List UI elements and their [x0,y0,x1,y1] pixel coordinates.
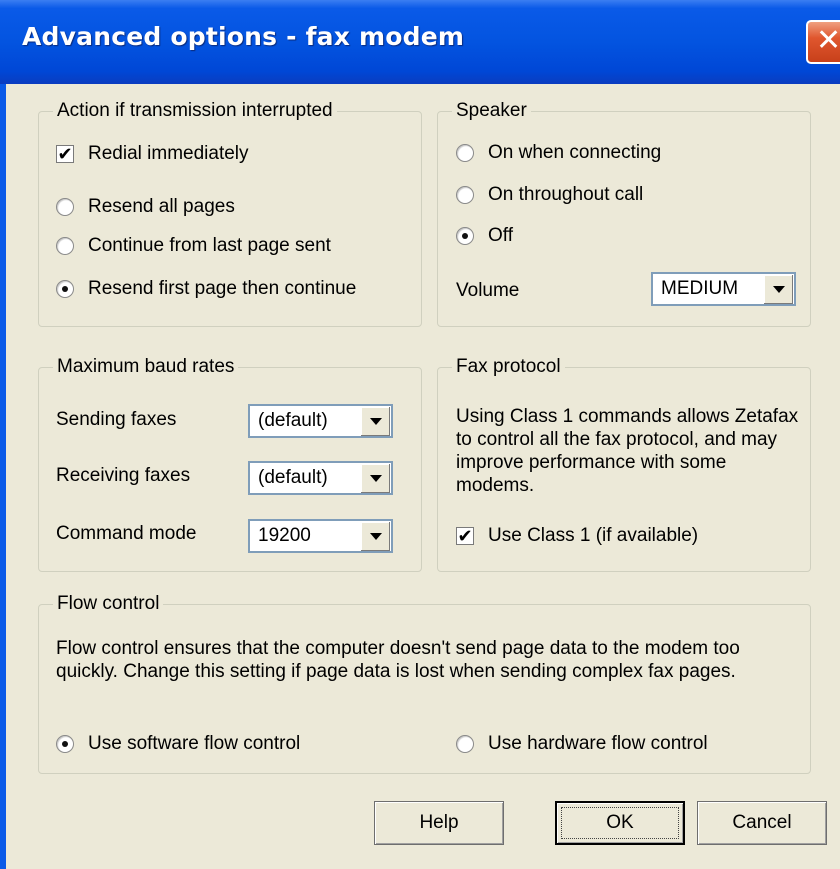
radio-resend-first[interactable]: Resend first page then continue [56,278,356,300]
radio-icon [456,735,474,753]
redial-label: Redial immediately [88,143,249,164]
group-transmission-label: Action if transmission interrupted [53,99,337,123]
chevron-down-icon[interactable] [360,521,390,551]
receiving-value: (default) [258,467,328,488]
radio-selected-icon [56,735,74,753]
chevron-down-icon[interactable] [763,274,793,304]
sending-select[interactable]: (default) [248,404,393,438]
receiving-label: Receiving faxes [56,465,191,486]
radio-continue-last[interactable]: Continue from last page sent [56,235,331,257]
ok-focus-ring [561,807,679,839]
command-label: Command mode [56,523,197,544]
redial-checkbox[interactable]: ✔ Redial immediately [56,143,249,165]
radio-off[interactable]: Off [456,225,513,247]
sending-value: (default) [258,410,328,431]
radio-icon [56,237,74,255]
window-title: Advanced options - fax modem [22,22,465,51]
radio-icon [456,144,474,162]
command-value: 19200 [258,525,311,546]
volume-select[interactable]: MEDIUM [651,272,796,306]
hardware-flow-label: Use hardware flow control [488,733,708,754]
radio-hardware-flow[interactable]: Use hardware flow control [456,733,708,755]
group-protocol-label: Fax protocol [452,355,565,379]
chevron-down-icon[interactable] [360,463,390,493]
radio-resend-all[interactable]: Resend all pages [56,196,235,218]
class1-checkbox[interactable]: ✔ Use Class 1 (if available) [456,525,698,547]
close-icon[interactable]: ✕ [806,20,840,64]
group-speaker-label: Speaker [452,99,531,123]
resend-all-label: Resend all pages [88,196,235,217]
resend-first-label: Resend first page then continue [88,278,357,299]
checkmark-icon: ✔ [456,526,474,546]
on-connecting-label: On when connecting [488,142,662,163]
group-baud-label: Maximum baud rates [53,355,239,379]
radio-selected-icon [456,227,474,245]
radio-selected-icon [56,280,74,298]
on-throughout-label: On throughout call [488,184,644,205]
sending-label: Sending faxes [56,409,177,430]
volume-value: MEDIUM [661,278,739,299]
volume-label: Volume [456,280,520,301]
group-flow-label: Flow control [53,592,164,616]
continue-last-label: Continue from last page sent [88,235,331,256]
radio-software-flow[interactable]: Use software flow control [56,733,300,755]
radio-on-connecting[interactable]: On when connecting [456,142,661,164]
off-label: Off [488,225,513,246]
receiving-select[interactable]: (default) [248,461,393,495]
flow-description: Flow control ensures that the computer d… [56,638,740,682]
command-select[interactable]: 19200 [248,519,393,553]
window-frame [0,84,6,869]
software-flow-label: Use software flow control [88,733,301,754]
cancel-button[interactable]: Cancel [697,801,827,845]
radio-icon [56,198,74,216]
help-button[interactable]: Help [374,801,504,845]
checkmark-icon: ✔ [56,144,74,164]
protocol-description: Using Class 1 commands allows Zetafax to… [456,406,799,496]
title-bar: Advanced options - fax modem ✕ [0,0,840,84]
class1-label: Use Class 1 (if available) [488,525,699,546]
chevron-down-icon[interactable] [360,406,390,436]
radio-icon [456,186,474,204]
radio-on-throughout[interactable]: On throughout call [456,184,643,206]
